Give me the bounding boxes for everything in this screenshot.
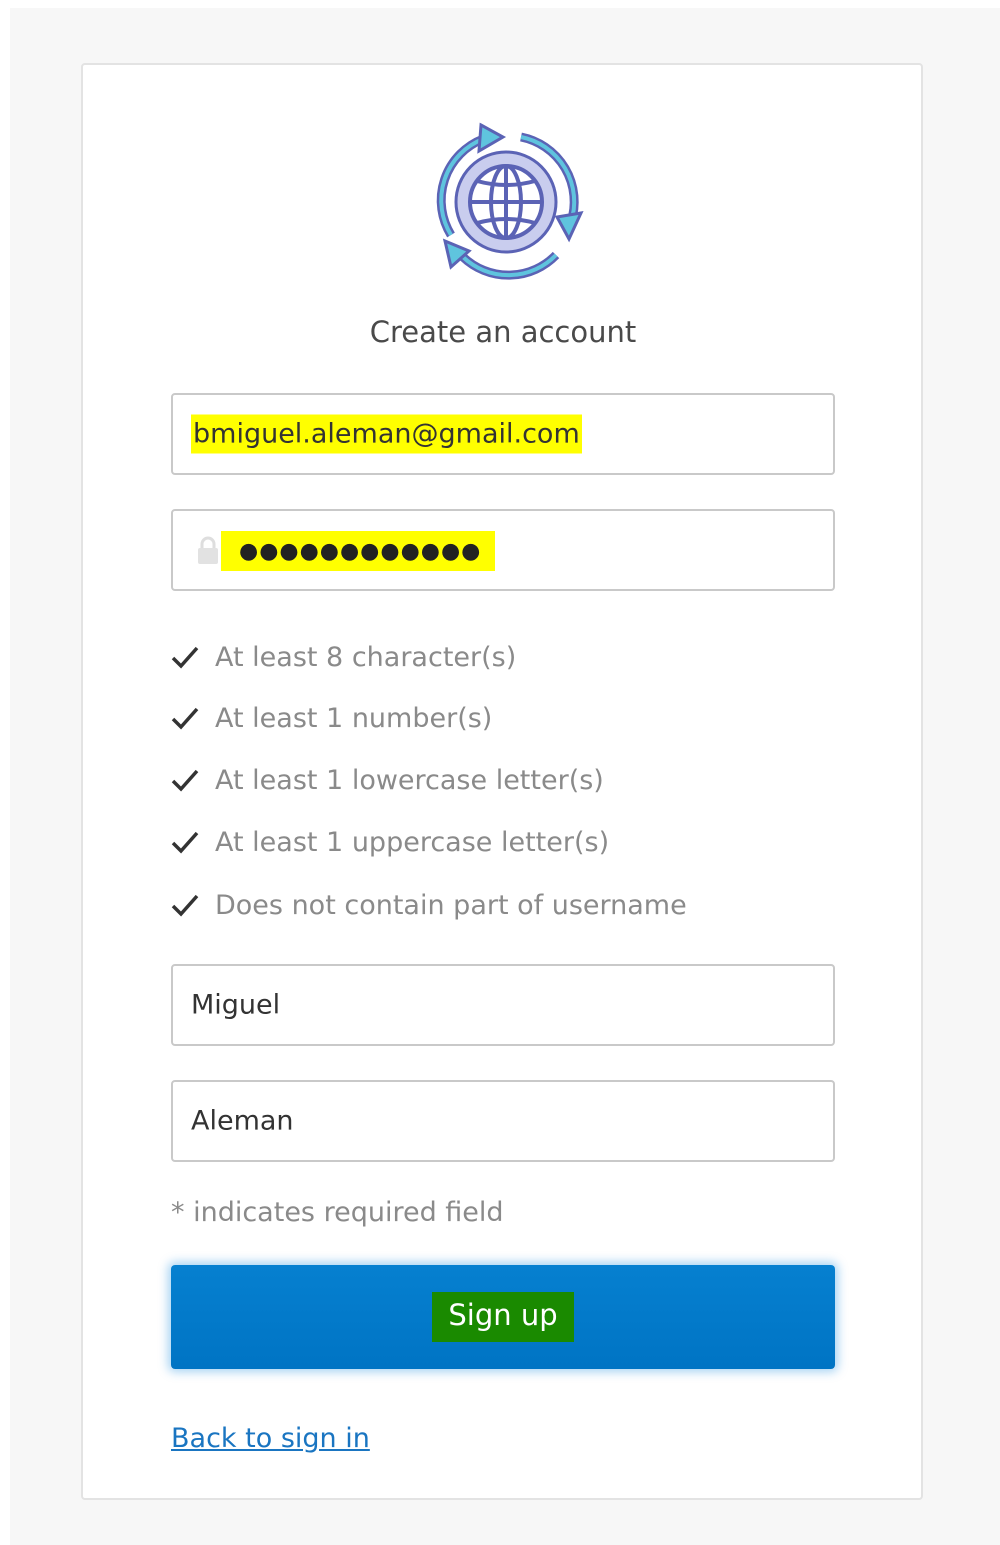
first-name-value: Miguel bbox=[191, 989, 281, 1021]
password-rule: At least 8 character(s) bbox=[171, 637, 516, 677]
lock-icon bbox=[198, 536, 218, 564]
checkmark-icon bbox=[171, 646, 199, 669]
sign-up-label: Sign up bbox=[432, 1292, 574, 1342]
checkmark-icon bbox=[171, 769, 199, 792]
password-mask: ●●●●●●●●●●●● bbox=[221, 531, 496, 571]
page-title: Create an account bbox=[369, 315, 637, 349]
checkmark-icon bbox=[171, 894, 199, 917]
checkmark-icon bbox=[171, 707, 199, 730]
first-name-field[interactable]: Miguel bbox=[171, 964, 835, 1046]
password-rule: At least 1 lowercase letter(s) bbox=[171, 760, 604, 800]
password-rule-label: At least 1 uppercase letter(s) bbox=[215, 826, 610, 858]
password-rule: At least 1 uppercase letter(s) bbox=[171, 822, 609, 862]
required-field-note: * indicates required field bbox=[171, 1197, 504, 1228]
back-to-sign-in-link[interactable]: Back to sign in bbox=[171, 1423, 370, 1454]
password-rule: At least 1 number(s) bbox=[171, 698, 492, 738]
password-rule-label: Does not contain part of username bbox=[215, 889, 687, 921]
password-rule: Does not contain part of username bbox=[171, 885, 687, 925]
checkmark-icon bbox=[171, 831, 199, 854]
email-value: bmiguel.aleman@gmail.com bbox=[191, 414, 582, 454]
last-name-value: Aleman bbox=[191, 1105, 294, 1137]
last-name-field[interactable]: Aleman bbox=[171, 1080, 835, 1162]
password-rule-label: At least 8 character(s) bbox=[215, 641, 517, 673]
sign-up-button[interactable]: Sign up bbox=[171, 1265, 835, 1369]
signup-card: Create an account bmiguel.aleman@gmail.c… bbox=[81, 63, 923, 1500]
password-rule-label: At least 1 number(s) bbox=[215, 702, 493, 734]
password-field[interactable]: ●●●●●●●●●●●● bbox=[171, 509, 835, 591]
password-rule-label: At least 1 lowercase letter(s) bbox=[215, 764, 604, 796]
email-field[interactable]: bmiguel.aleman@gmail.com bbox=[171, 393, 835, 475]
globe-sync-icon bbox=[436, 122, 584, 280]
